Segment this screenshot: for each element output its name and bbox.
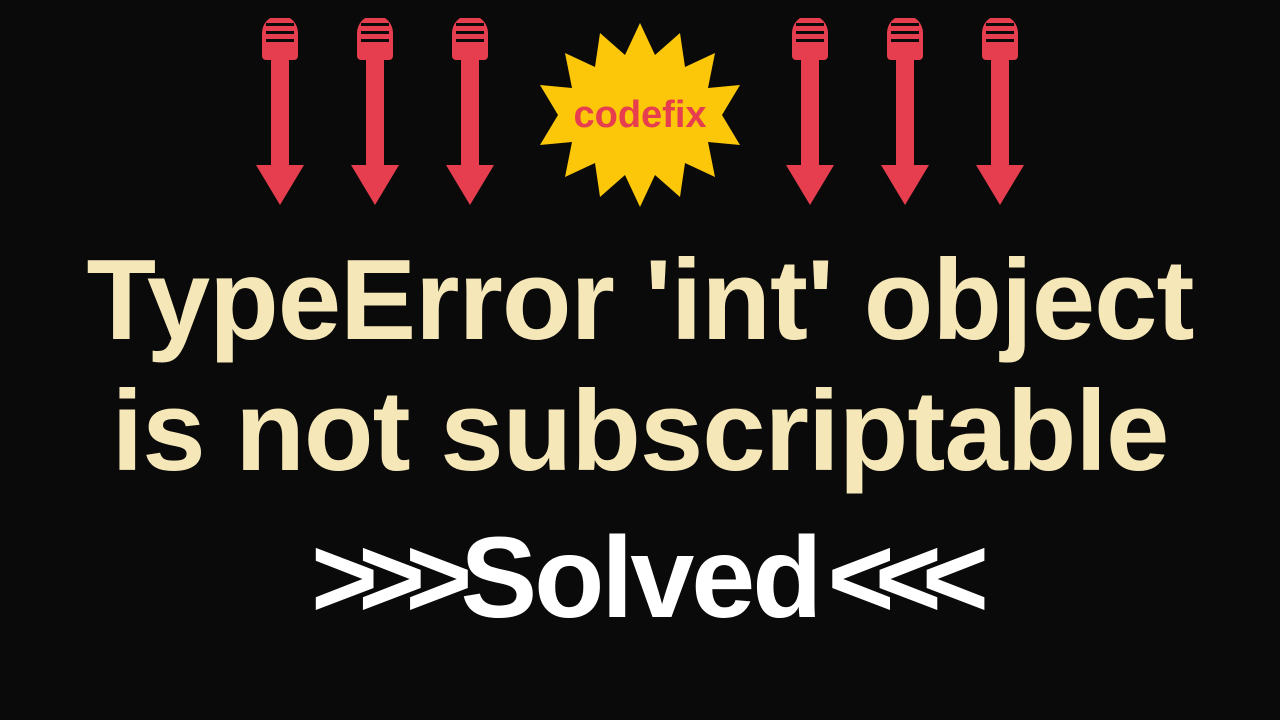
chevron-left-triple-icon: <<< [828, 512, 969, 644]
left-arrow-group [260, 15, 490, 215]
down-arrow-icon [790, 15, 830, 215]
down-arrow-icon [980, 15, 1020, 215]
error-line-1: TypeError 'int' object [87, 235, 1194, 366]
down-arrow-icon [450, 15, 490, 215]
badge-text: codefix [573, 94, 706, 137]
chevron-right-triple-icon: >>> [311, 512, 452, 644]
error-line-2: is not subscriptable [87, 366, 1194, 497]
top-ornament-section: codefix [260, 15, 1020, 215]
right-arrow-group [790, 15, 1020, 215]
down-arrow-icon [885, 15, 925, 215]
down-arrow-icon [260, 15, 300, 215]
down-arrow-icon [355, 15, 395, 215]
solved-label: >>> Solved <<< [311, 512, 969, 644]
error-message: TypeError 'int' object is not subscripta… [87, 235, 1194, 497]
solved-word: Solved [460, 512, 819, 644]
starburst-badge: codefix [540, 15, 740, 215]
